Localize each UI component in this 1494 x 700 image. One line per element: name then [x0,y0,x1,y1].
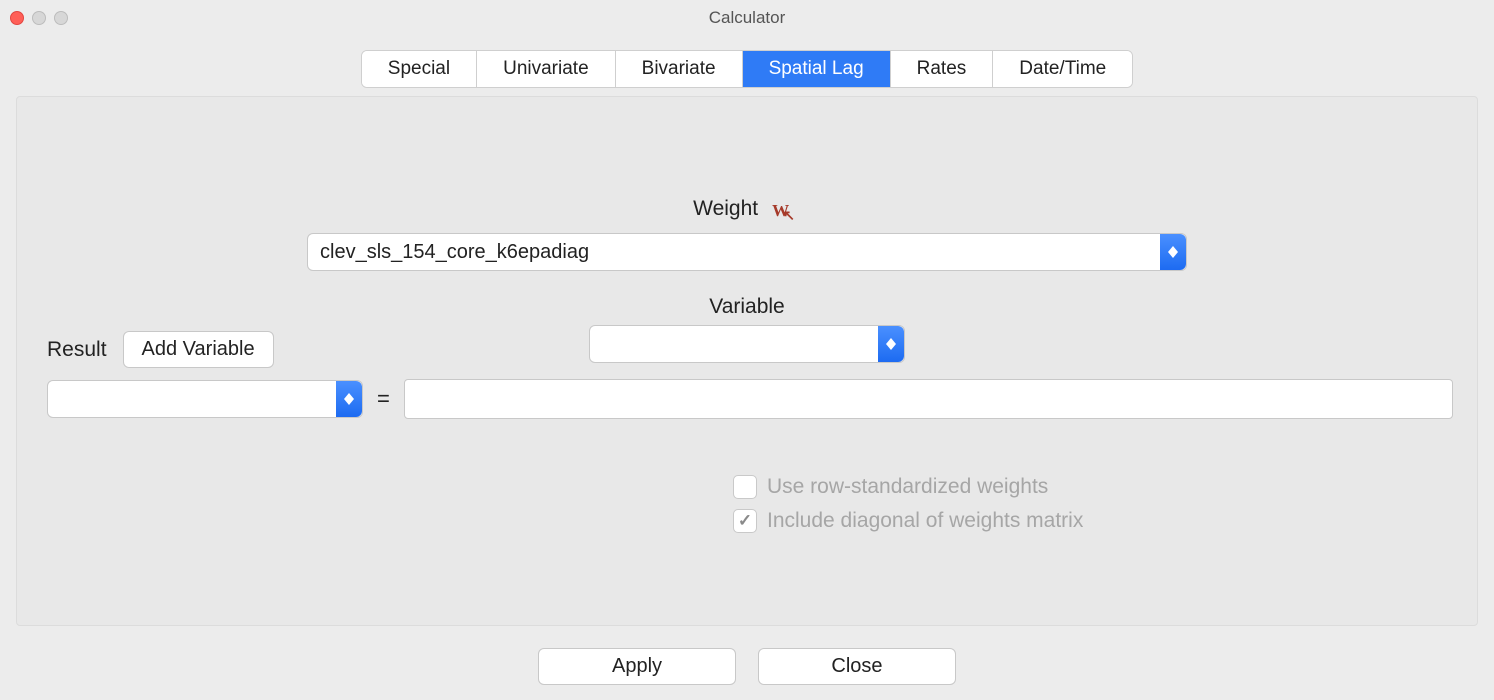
expression-field[interactable] [404,379,1453,419]
variable-select[interactable] [589,325,905,363]
checkbox-icon [733,509,757,533]
titlebar: Calculator [0,0,1494,36]
tab-date-time[interactable]: Date/Time [993,51,1132,87]
apply-button[interactable]: Apply [538,648,736,685]
weight-label: Weight [693,197,758,221]
weights-manager-icon[interactable]: W↖ [772,201,801,221]
row-standardized-label: Use row-standardized weights [767,475,1048,499]
include-diagonal-label: Include diagonal of weights matrix [767,509,1083,533]
include-diagonal-checkbox: Include diagonal of weights matrix [733,509,1083,533]
tab-bivariate[interactable]: Bivariate [616,51,743,87]
result-select[interactable] [47,380,363,418]
dropdown-stepper-icon [1160,234,1186,270]
main-panel: Weight W↖ clev_sls_154_core_k6epadiag Va… [16,96,1478,626]
dropdown-stepper-icon [878,326,904,362]
tab-spatial-lag[interactable]: Spatial Lag [743,51,891,87]
row-standardized-checkbox: Use row-standardized weights [733,475,1083,499]
dialog-buttons: Apply Close [0,648,1494,685]
weight-select-value: clev_sls_154_core_k6epadiag [308,241,1160,264]
weight-select[interactable]: clev_sls_154_core_k6epadiag [307,233,1187,271]
close-button[interactable]: Close [758,648,956,685]
checkbox-icon [733,475,757,499]
tab-bar: Special Univariate Bivariate Spatial Lag… [361,50,1133,88]
variable-label: Variable [709,295,785,319]
dropdown-stepper-icon [336,381,362,417]
tab-univariate[interactable]: Univariate [477,51,616,87]
result-label: Result [47,338,107,362]
tab-special[interactable]: Special [362,51,477,87]
equals-label: = [377,386,390,412]
tab-rates[interactable]: Rates [891,51,994,87]
add-variable-button[interactable]: Add Variable [123,331,274,368]
window-title: Calculator [0,8,1494,28]
